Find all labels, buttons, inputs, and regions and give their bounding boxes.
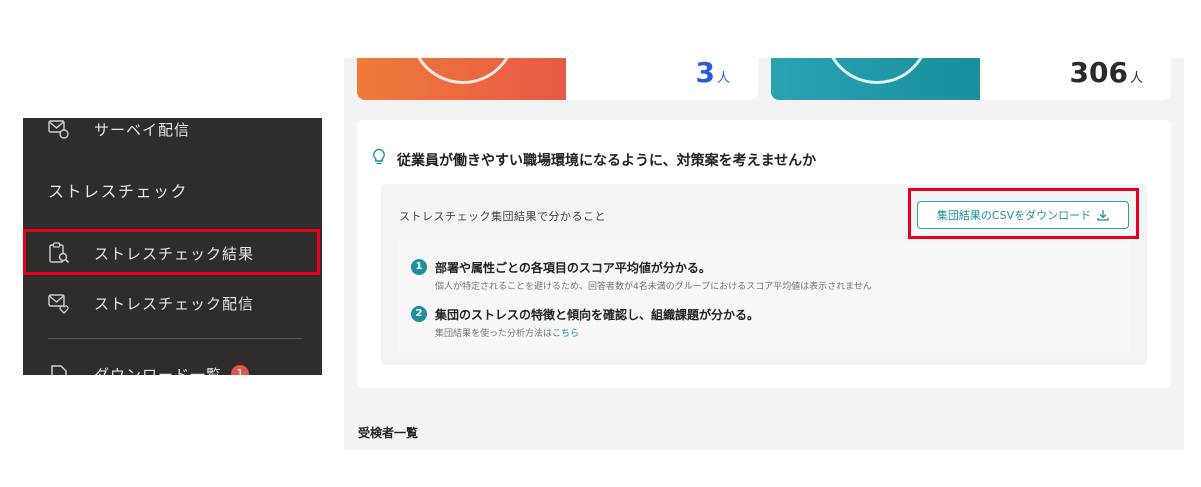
stat-value: 3人 [695, 58, 731, 89]
sidebar-item-label: ストレスチェック結果 [94, 245, 255, 263]
number-badge: 1 [411, 259, 427, 275]
lightbulb-icon [373, 148, 385, 165]
info-box-heading: ストレスチェック集団結果で分かること [399, 210, 606, 223]
sidebar-item-survey-delivery[interactable]: サーベイ配信 [23, 118, 322, 140]
sidebar-item-download-list[interactable]: ダウンロード一覧 [23, 362, 322, 375]
group-result-info-box: ストレスチェック集団結果で分かること 集団結果のCSVをダウンロード 1 部署や… [381, 184, 1147, 365]
analysis-method-link[interactable]: こちら [552, 329, 579, 339]
point-note: 個人が特定されることを避けるため、回答者数が4名未満のグループにおけるスコア平均… [435, 282, 872, 292]
sidebar: サーベイ配信 ストレスチェック ストレスチェック結果 ストレスチェック配信 ダウ… [23, 118, 322, 375]
clipboard-search-icon [49, 242, 70, 264]
stat-card-graphic [357, 58, 566, 100]
points-list: 1 部署や属性ごとの各項目のスコア平均値が分かる。 個人が特定されることを避ける… [397, 241, 1131, 353]
stat-card-left: 3人 [357, 58, 758, 100]
sidebar-item-label: ストレスチェック配信 [94, 295, 255, 313]
advice-title: 従業員が働きやすい職場環境になるように、対策案を考えませんか [397, 153, 817, 169]
sidebar-item-stress-check-delivery[interactable]: ストレスチェック配信 [23, 289, 322, 317]
point-note: 集団結果を使った分析方法はこちら [435, 329, 580, 339]
examinee-list-title: 受検者一覧 [358, 426, 419, 440]
stat-card-graphic [771, 58, 980, 100]
advice-panel: 従業員が働きやすい職場環境になるように、対策案を考えませんか ストレスチェック集… [357, 120, 1171, 388]
sidebar-item-label: ダウンロード一覧 [94, 366, 223, 375]
download-csv-label: 集団結果のCSVをダウンロード [936, 209, 1092, 222]
number-badge: 2 [411, 306, 427, 322]
download-icon [1097, 210, 1109, 221]
mail-survey-icon [48, 120, 69, 139]
stat-card-right: 306 人 [771, 58, 1171, 100]
download-csv-button[interactable]: 集団結果のCSVをダウンロード [917, 201, 1129, 229]
sidebar-item-label: サーベイ配信 [94, 121, 191, 139]
main-content: 3人 306 人 従業員が働きやすい職場環境になるように、対策案を考えませんか ス… [344, 58, 1184, 450]
sidebar-item-stress-check-result[interactable]: ストレスチェック結果 [23, 231, 322, 275]
stat-value: 306 人 [1069, 58, 1143, 89]
sidebar-section-title: ストレスチェック [48, 182, 189, 201]
sidebar-divider [48, 338, 302, 339]
mail-heart-icon [48, 294, 69, 314]
point-title: 集団のストレスの特徴と傾向を確認し、組織課題が分かる。 [435, 308, 760, 322]
point-title: 部署や属性ごとの各項目のスコア平均値が分かる。 [435, 261, 711, 275]
document-icon [51, 365, 67, 375]
